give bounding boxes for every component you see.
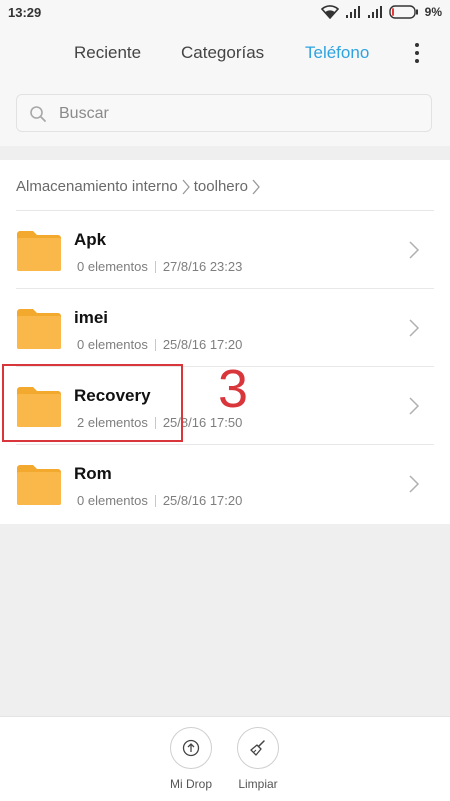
chevron-right-icon <box>409 241 420 259</box>
folder-icon <box>17 231 61 271</box>
chevron-right-icon <box>409 397 420 415</box>
chevron-right-icon <box>409 319 420 337</box>
limpiar-circle <box>237 727 279 769</box>
mi-drop-circle <box>170 727 212 769</box>
chevron-right-icon <box>182 179 190 194</box>
limpiar-button[interactable]: Limpiar <box>223 727 293 791</box>
annotation-step-number: 3 <box>218 359 249 419</box>
folder-meta: 0 elementos 25/8/16 17:20 <box>77 337 242 352</box>
broom-icon <box>250 740 265 756</box>
folder-meta: 0 elementos 25/8/16 17:20 <box>77 493 242 508</box>
battery-percent: 9% <box>424 5 442 19</box>
battery-icon <box>388 5 418 19</box>
folder-row-apk[interactable]: Apk 0 elementos 27/8/16 23:23 <box>0 211 450 289</box>
limpiar-label: Limpiar <box>238 777 278 791</box>
folder-icon <box>17 465 61 505</box>
modified-date: 25/8/16 17:20 <box>162 493 243 508</box>
folder-meta: 0 elementos 27/8/16 23:23 <box>77 259 242 274</box>
search-icon <box>30 106 46 122</box>
tab-reciente[interactable]: Reciente <box>74 43 141 63</box>
tab-categorias[interactable]: Categorías <box>181 43 264 63</box>
modified-date: 27/8/16 23:23 <box>162 259 243 274</box>
tab-telefono[interactable]: Teléfono <box>305 43 369 63</box>
meta-separator <box>154 260 156 273</box>
more-options-icon[interactable] <box>405 40 429 66</box>
signal-icon <box>367 6 382 18</box>
folder-row-rom[interactable]: Rom 0 elementos 25/8/16 17:20 <box>0 445 450 523</box>
folder-name: Apk <box>74 230 107 249</box>
item-count: 0 elementos <box>77 337 148 352</box>
item-count: 0 elementos <box>77 259 148 274</box>
status-time: 13:29 <box>8 5 42 20</box>
mi-drop-label: Mi Drop <box>169 777 212 791</box>
folder-name: imei <box>74 308 109 327</box>
breadcrumb: Almacenamiento interno toolhero <box>16 178 264 195</box>
mi-drop-button[interactable]: Mi Drop <box>156 727 226 791</box>
meta-separator <box>154 338 156 351</box>
search-box[interactable] <box>16 94 432 133</box>
item-count: 0 elementos <box>77 493 148 508</box>
breadcrumb-item-internal-storage[interactable]: Almacenamiento interno <box>16 178 178 195</box>
top-tabs: Reciente Categorías Teléfono <box>0 26 450 80</box>
breadcrumb-item-toolhero[interactable]: toolhero <box>194 178 248 195</box>
chevron-right-icon <box>409 475 420 493</box>
status-bar: 13:29 9% <box>0 0 450 26</box>
folder-icon <box>17 309 61 349</box>
wifi-icon <box>320 5 339 19</box>
modified-date: 25/8/16 17:20 <box>162 337 243 352</box>
search-area <box>0 80 450 146</box>
signal-icon <box>345 6 360 18</box>
chevron-right-icon <box>252 179 260 194</box>
folder-name: Rom <box>74 464 112 483</box>
bottom-action-bar: Mi Drop Limpiar <box>0 716 450 801</box>
file-browser: Almacenamiento interno toolhero Apk 0 el… <box>0 160 450 524</box>
folder-row-imei[interactable]: imei 0 elementos 25/8/16 17:20 <box>0 289 450 367</box>
status-icons: 9% <box>320 5 442 19</box>
search-input[interactable] <box>57 95 421 133</box>
upload-icon <box>182 739 200 757</box>
annotation-highlight-box <box>2 364 183 442</box>
meta-separator <box>154 494 156 507</box>
